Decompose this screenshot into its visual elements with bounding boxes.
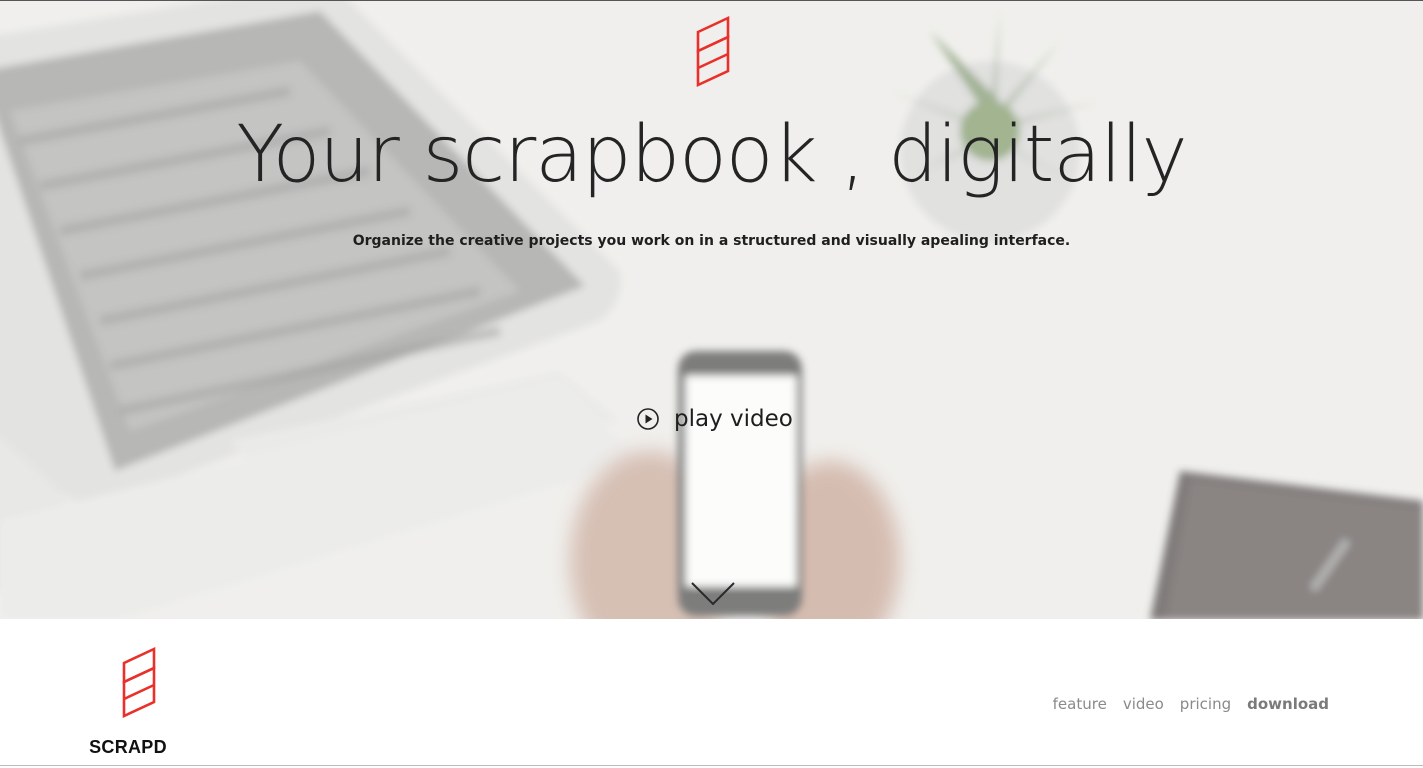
scrapd-logo-icon[interactable] bbox=[120, 646, 158, 720]
play-video-label: play video bbox=[674, 406, 793, 432]
brand-name[interactable]: SCRAPD bbox=[88, 737, 168, 758]
hero-section: Your scrapbook , digitally Organize the … bbox=[0, 0, 1423, 619]
play-video-button[interactable]: play video bbox=[636, 401, 793, 437]
scrapd-logo-icon bbox=[696, 15, 730, 88]
nav-link-video[interactable]: video bbox=[1123, 695, 1164, 713]
main-nav: feature video pricing download bbox=[1053, 695, 1329, 713]
chevron-down-icon[interactable] bbox=[690, 581, 736, 607]
nav-link-feature[interactable]: feature bbox=[1053, 695, 1107, 713]
hero-subtitle: Organize the creative projects you work … bbox=[352, 233, 1071, 249]
nav-link-download[interactable]: download bbox=[1247, 695, 1329, 713]
hero-overlay bbox=[0, 1, 1423, 619]
nav-link-pricing[interactable]: pricing bbox=[1180, 695, 1231, 713]
hero-title: Your scrapbook , digitally bbox=[236, 110, 1187, 200]
footer-bar: SCRAPD feature video pricing download bbox=[0, 619, 1423, 766]
play-circle-icon bbox=[637, 408, 659, 430]
